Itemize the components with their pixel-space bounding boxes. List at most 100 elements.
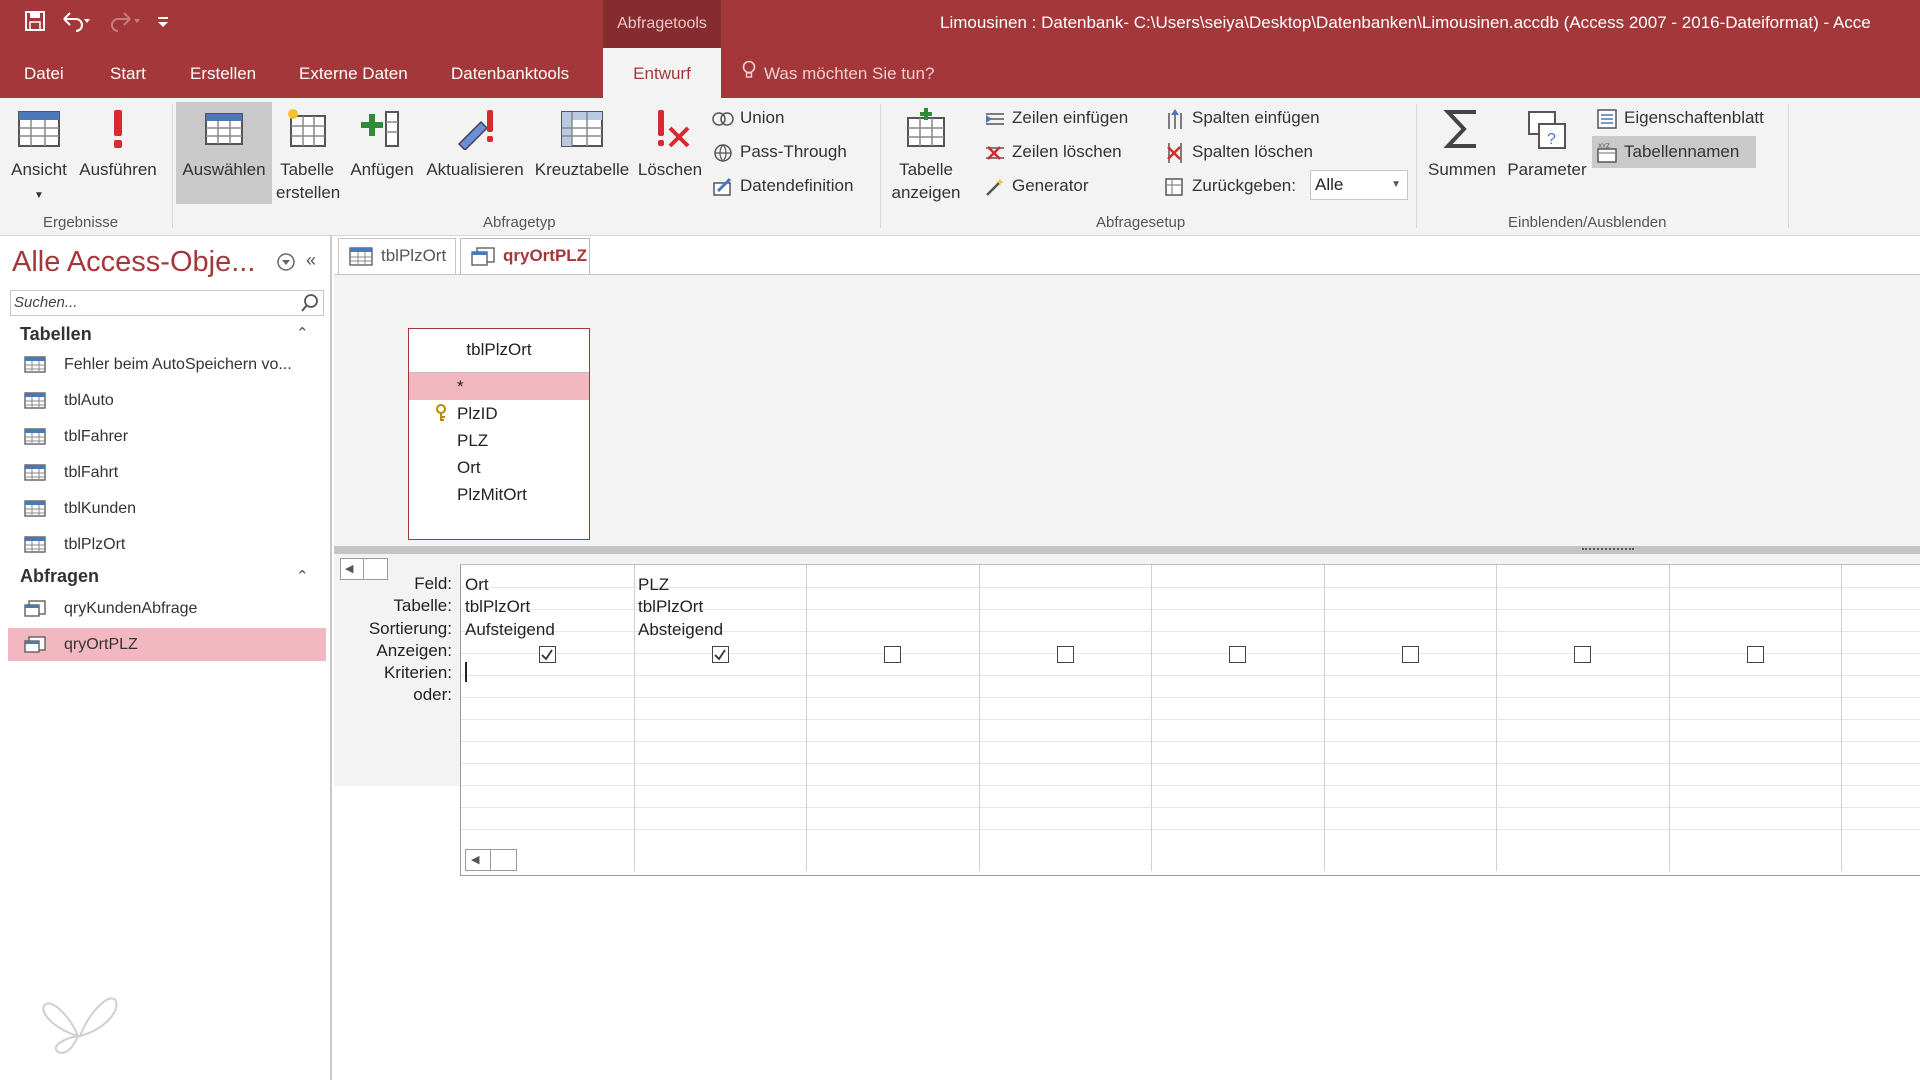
grid-cell-tabelle[interactable]: tblPlzOrt <box>465 597 530 617</box>
customize-qat-icon[interactable] <box>156 10 170 38</box>
tab-externe-daten[interactable]: Externe Daten <box>299 48 408 98</box>
tab-datenbanktools[interactable]: Datenbanktools <box>451 48 569 98</box>
show-table-icon <box>907 108 945 147</box>
show-checkbox-checked[interactable] <box>712 646 729 663</box>
nav-title[interactable]: Alle Access-Obje... <box>12 246 255 279</box>
datasheet-view-icon <box>18 111 60 147</box>
grid-cell-sortierung[interactable]: Aufsteigend <box>465 620 555 640</box>
nav-item-query-selected[interactable]: qryOrtPLZ <box>8 628 326 661</box>
nav-item-table[interactable]: tblAuto <box>8 384 326 417</box>
grid-horizontal-scrollbar[interactable]: ◀ <box>465 849 517 871</box>
show-checkbox[interactable] <box>1574 646 1591 663</box>
collapse-pane-icon[interactable]: « <box>306 250 316 271</box>
parameter-button[interactable]: ? Parameter <box>1506 108 1588 181</box>
grid-cell-feld[interactable]: PLZ <box>638 575 669 595</box>
anfuegen-button[interactable]: Anfügen <box>346 108 418 181</box>
svg-text:XYZ: XYZ <box>1598 144 1610 150</box>
redo-icon[interactable] <box>108 10 142 38</box>
loeschen-button[interactable]: Löschen <box>634 108 706 181</box>
field-list-title: tblPlzOrt <box>409 329 589 373</box>
nav-group-tabellen[interactable]: Tabellen <box>20 324 92 345</box>
save-icon[interactable] <box>24 10 46 38</box>
union-button[interactable]: Union <box>712 104 784 132</box>
tabelle-anzeigen-button[interactable]: Tabelle anzeigen <box>886 108 966 204</box>
insert-columns-icon <box>1168 108 1182 129</box>
property-sheet-icon <box>1597 108 1617 129</box>
collapse-group-icon[interactable]: ⌃ <box>296 324 309 342</box>
show-checkbox[interactable] <box>1057 646 1074 663</box>
tell-me-box[interactable]: Was möchten Sie tun? <box>742 48 934 98</box>
undo-icon[interactable] <box>60 10 94 38</box>
collapse-group-icon[interactable]: ⌃ <box>296 567 309 585</box>
spalten-loeschen-button[interactable]: Spalten löschen <box>1164 138 1313 166</box>
show-checkbox[interactable] <box>884 646 901 663</box>
row-label-anzeigen: Anzeigen: <box>376 641 452 660</box>
aktualisieren-button[interactable]: Aktualisieren <box>422 108 528 181</box>
tab-erstellen[interactable]: Erstellen <box>190 48 256 98</box>
tab-entwurf[interactable]: Entwurf <box>603 48 721 98</box>
splitter-grip-icon[interactable] <box>1582 548 1634 552</box>
ausfuehren-button[interactable]: Ausführen <box>76 108 160 181</box>
nav-item-query[interactable]: qryKundenAbfrage <box>8 592 326 625</box>
table-names-icon: XYZ <box>1597 144 1617 163</box>
scroll-left-icon[interactable]: ◀ <box>471 853 479 866</box>
tab-datei[interactable]: Datei <box>24 48 64 98</box>
sigma-icon <box>1443 110 1476 148</box>
table-icon <box>24 500 46 517</box>
nav-item-table[interactable]: tblPlzOrt <box>8 528 326 561</box>
field-all-star[interactable]: * <box>409 373 589 400</box>
zurueckgeben-select[interactable]: Alle ▼ <box>1310 170 1408 200</box>
field-ort[interactable]: Ort <box>409 454 589 481</box>
parameter-icon: ? <box>1528 111 1566 149</box>
tabellennamen-button[interactable]: XYZ Tabellennamen <box>1592 136 1756 168</box>
zeilen-loeschen-button[interactable]: Zeilen löschen <box>984 138 1122 166</box>
tabelle-erstellen-button[interactable]: Tabelle erstellen <box>276 108 340 204</box>
pane-splitter[interactable] <box>334 546 1920 554</box>
nav-item-table[interactable]: Fehler beim AutoSpeichern vo... <box>8 348 326 381</box>
eigenschaftenblatt-button[interactable]: Eigenschaftenblatt <box>1596 104 1764 132</box>
spalten-einfuegen-button[interactable]: Spalten einfügen <box>1164 104 1320 132</box>
context-tab-abfragetools: Abfragetools <box>603 0 721 48</box>
doc-tab-tblplzort[interactable]: tblPlzOrt <box>338 238 456 274</box>
tell-me-placeholder: Was möchten Sie tun? <box>764 64 935 83</box>
table-icon <box>24 536 46 553</box>
nav-item-table[interactable]: tblKunden <box>8 492 326 525</box>
datendefinition-button[interactable]: Datendefinition <box>712 172 853 200</box>
grid-cell-sortierung[interactable]: Absteigend <box>638 620 723 640</box>
nav-group-abfragen[interactable]: Abfragen <box>20 566 99 587</box>
insert-rows-icon <box>986 112 1004 125</box>
show-checkbox[interactable] <box>1229 646 1246 663</box>
butterfly-watermark-icon <box>40 976 120 1061</box>
table-field-list[interactable]: tblPlzOrt * PlzID PLZ Ort PlzMitOrt <box>408 328 590 540</box>
field-plzid[interactable]: PlzID <box>409 400 589 427</box>
summen-button[interactable]: Summen <box>1422 108 1502 181</box>
kreuztabelle-button[interactable]: Kreuztabelle <box>532 108 632 181</box>
chevron-down-icon: ▼ <box>1391 179 1401 190</box>
auswaehlen-button[interactable]: Auswählen <box>176 102 272 204</box>
zeilen-einfuegen-button[interactable]: Zeilen einfügen <box>984 104 1128 132</box>
navigation-pane: Alle Access-Obje... « Suchen... Tabellen… <box>0 236 332 1080</box>
group-separator <box>1416 104 1417 228</box>
field-plz[interactable]: PLZ <box>409 427 589 454</box>
ansicht-button[interactable]: Ansicht ▼ <box>8 108 70 207</box>
search-icon[interactable] <box>300 293 320 318</box>
nav-item-table[interactable]: tblFahrt <box>8 456 326 489</box>
tab-start[interactable]: Start <box>110 48 146 98</box>
nav-item-table[interactable]: tblFahrer <box>8 420 326 453</box>
checkmark-icon <box>714 649 726 661</box>
doc-tab-qryortplz-active[interactable]: qryOrtPLZ <box>460 238 590 274</box>
show-checkbox-checked[interactable] <box>539 646 556 663</box>
nav-menu-chevron-icon[interactable] <box>276 252 296 277</box>
grid-cell-tabelle[interactable]: tblPlzOrt <box>638 597 703 617</box>
nav-search-input[interactable]: Suchen... <box>10 290 324 316</box>
field-plzmitort[interactable]: PlzMitOrt <box>409 481 589 508</box>
show-checkbox[interactable] <box>1747 646 1764 663</box>
generator-button[interactable]: Generator <box>984 172 1089 200</box>
show-checkbox[interactable] <box>1402 646 1419 663</box>
pass-through-button[interactable]: Pass-Through <box>712 138 847 166</box>
data-definition-icon <box>713 177 732 196</box>
group-label-abfragesetup: Abfragesetup <box>1096 214 1186 231</box>
group-label-einblenden: Einblenden/Ausblenden <box>1508 214 1667 231</box>
grid-cell-feld[interactable]: Ort <box>465 575 489 595</box>
delete-rows-icon <box>986 145 1004 160</box>
